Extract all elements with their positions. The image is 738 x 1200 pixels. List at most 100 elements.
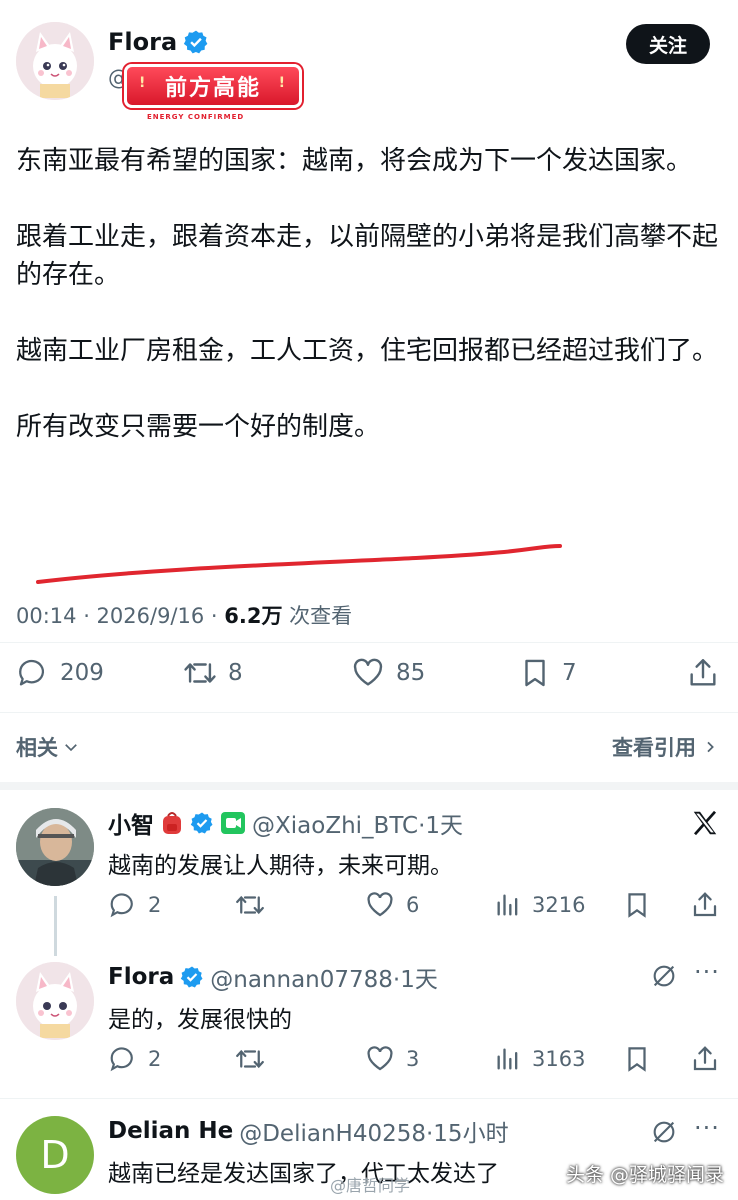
chevron-down-icon — [65, 744, 77, 752]
post-paragraph: 跟着工业走，跟着资本走，以前隔壁的小弟将是我们高攀不起的存在。 — [16, 222, 719, 290]
sticker-banner: ! 前方高能 ! ENERGY CONFIRMED — [124, 64, 302, 121]
related-dropdown[interactable]: 相关 — [16, 732, 80, 762]
share-button[interactable] — [690, 1044, 720, 1074]
reply-text: 是的，发展很快的 — [108, 1007, 292, 1033]
like-count: 3 — [406, 1047, 420, 1071]
watermark: 头条 @驿城驿闻录 — [566, 1164, 725, 1186]
reply-button[interactable]: 2 — [108, 1044, 161, 1074]
grok-icon[interactable] — [650, 1118, 678, 1146]
reply-button[interactable]: 209 — [16, 656, 104, 690]
bookmark-icon — [525, 659, 545, 687]
reply-count: 2 — [148, 1047, 162, 1071]
reply-count: 2 — [148, 893, 162, 917]
verified-badge-icon — [190, 811, 214, 835]
reply-header: 小智 @XiaoZhi_BTC·1天 — [108, 806, 463, 840]
view-count: 3163 — [532, 1047, 586, 1071]
quotes-label: 查看引用 — [612, 736, 696, 760]
author-avatar[interactable] — [16, 22, 94, 100]
verified-badge-icon — [180, 965, 204, 989]
bookmark-button[interactable] — [622, 890, 652, 920]
exclamation-icon: ! — [278, 75, 287, 91]
chevron-right-icon — [707, 741, 714, 753]
divider — [0, 1098, 738, 1099]
reply-author-name[interactable]: 小智 — [108, 806, 154, 840]
follow-button[interactable]: 关注 — [626, 24, 710, 64]
reply-handle[interactable]: @nannan07788·1天 — [210, 960, 438, 994]
verified-badge-icon — [183, 29, 209, 55]
cat-avatar-icon — [16, 22, 94, 100]
retweet-icon — [184, 663, 216, 683]
views-button[interactable]: 3216 — [494, 890, 585, 920]
wechat-badge-icon — [221, 812, 245, 834]
view-quotes-link[interactable]: 查看引用 — [612, 732, 718, 762]
retweet-button[interactable] — [234, 1044, 266, 1074]
reply-author-name[interactable]: Flora — [108, 964, 174, 990]
retweet-button[interactable] — [234, 890, 266, 920]
retweet-button[interactable]: 8 — [182, 656, 243, 690]
reply-header: Flora @nannan07788·1天 — [108, 960, 438, 994]
post-meta: 00:14 · 2026/9/16 · 6.2万 次查看 — [16, 600, 352, 630]
like-count: 85 — [396, 660, 426, 686]
backpack-emoji-icon — [163, 812, 181, 834]
sticker-text: 前方高能 — [164, 76, 261, 101]
post-paragraph: 所有改变只需要一个好的制度。 — [16, 412, 381, 442]
heart-icon — [353, 658, 383, 686]
view-count: 6.2万 — [224, 604, 283, 628]
divider — [0, 712, 738, 713]
reply-count: 209 — [60, 660, 104, 686]
bookmark-button[interactable] — [622, 1044, 652, 1074]
like-button[interactable]: 85 — [350, 656, 425, 690]
bookmark-icon — [628, 1047, 646, 1072]
more-options-icon[interactable]: ··· — [694, 1114, 720, 1142]
like-count: 6 — [406, 893, 420, 917]
like-button[interactable]: 6 — [364, 890, 419, 920]
analytics-icon — [497, 894, 518, 916]
reply-icon — [19, 659, 45, 686]
share-button[interactable] — [690, 890, 720, 920]
bookmark-icon — [628, 893, 646, 918]
divider — [0, 642, 738, 643]
post-paragraph: 东南亚最有希望的国家：越南，将会成为下一个发达国家。 — [16, 146, 693, 176]
analytics-icon — [497, 1048, 518, 1070]
reply-button[interactable]: 2 — [108, 890, 161, 920]
grok-icon[interactable] — [650, 962, 678, 990]
red-underline-annotation — [36, 544, 562, 584]
bookmark-count: 7 — [562, 660, 577, 686]
sticker-subtext: ENERGY CONFIRMED — [147, 113, 245, 121]
like-button[interactable]: 3 — [364, 1044, 419, 1074]
views-button[interactable]: 3163 — [494, 1044, 585, 1074]
view-count: 3216 — [532, 893, 586, 917]
retweet-icon — [236, 895, 264, 915]
watermark-secondary: @唐哲同学 — [330, 1176, 411, 1195]
reply-header: Delian He @DelianH40258·15小时 — [108, 1114, 509, 1148]
post-paragraph: 越南工业厂房租金，工人工资，住宅回报都已经超过我们了。 — [16, 336, 719, 366]
bookmark-button[interactable]: 7 — [518, 656, 577, 690]
exclamation-icon: ! — [139, 75, 148, 91]
x-logo-icon — [690, 808, 720, 846]
author-name-row: Flora — [108, 28, 209, 56]
share-icon — [693, 892, 717, 917]
reply-icon — [110, 1047, 133, 1072]
reply-handle[interactable]: @DelianH40258·15小时 — [239, 1114, 508, 1148]
retweet-icon — [236, 1049, 264, 1069]
heart-icon — [367, 892, 393, 917]
reply-author-name[interactable]: Delian He — [108, 1118, 233, 1144]
reply-item[interactable]: Flora @nannan07788·1天 是的，发展很快的 — [0, 960, 738, 1040]
reply-handle[interactable]: @XiaoZhi_BTC·1天 — [252, 806, 463, 840]
reply-text: 越南的发展让人期待，未来可期。 — [108, 853, 453, 879]
reply-icon — [110, 893, 133, 918]
post-body: 东南亚最有希望的国家：越南，将会成为下一个发达国家。 跟着工业走，跟着资本走，以… — [16, 142, 722, 446]
heart-icon — [367, 1046, 393, 1071]
retweet-count: 8 — [228, 660, 243, 686]
related-label: 相关 — [16, 736, 58, 760]
section-divider — [0, 782, 738, 790]
author-name[interactable]: Flora — [108, 28, 177, 56]
share-button[interactable] — [686, 656, 720, 690]
post-time[interactable]: 00:14 · 2026/9/16 · — [16, 604, 224, 628]
share-icon — [690, 659, 716, 686]
view-label: 次查看 — [282, 604, 353, 628]
reply-text: 越南已经是发达国家了，代工太发达了 — [108, 1161, 499, 1187]
thread-connector — [54, 896, 57, 956]
more-options-icon[interactable]: ··· — [694, 958, 720, 986]
share-icon — [693, 1046, 717, 1071]
